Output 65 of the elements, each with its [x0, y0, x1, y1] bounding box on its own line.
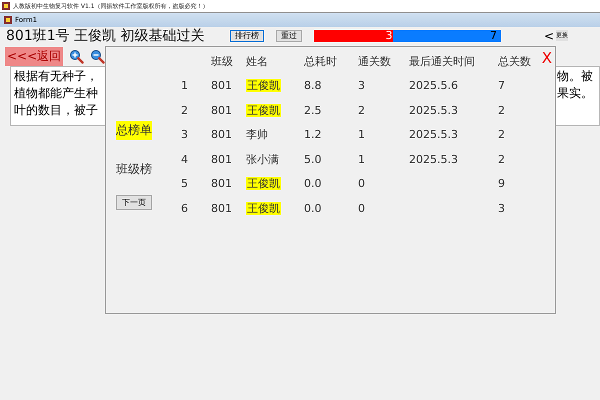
- table-cell: 1: [358, 128, 365, 142]
- column-header: 姓名: [246, 54, 268, 68]
- table-cell: 6: [181, 202, 188, 215]
- passage-text: 叶的数目，被子: [14, 102, 98, 119]
- table-cell: 9: [498, 177, 505, 190]
- table-cell: 2: [498, 152, 505, 166]
- table-cell: 801: [211, 152, 232, 166]
- progress-left-label: 3: [386, 29, 393, 42]
- table-cell: 801: [211, 79, 232, 92]
- table-cell: 5: [181, 177, 188, 190]
- table-cell: 2025.5.3: [409, 128, 458, 142]
- name-cell: 王俊凯: [246, 104, 281, 117]
- table-cell: 0.0: [304, 177, 322, 190]
- table-cell: 3: [181, 128, 188, 142]
- progress-right-label: 7: [489, 30, 498, 42]
- passage-text: 根据有无种子，: [14, 68, 98, 85]
- name-cell: 李帅: [246, 128, 268, 142]
- name-cell: 王俊凯: [246, 79, 281, 92]
- table-cell: 1: [181, 79, 188, 92]
- column-header: 班级: [211, 54, 233, 68]
- table-cell: 1.2: [304, 128, 322, 142]
- table-cell: 2: [498, 104, 505, 117]
- next-page-button[interactable]: 下一页: [116, 195, 152, 210]
- table-cell: 3: [498, 202, 505, 215]
- table-cell: 2025.5.3: [409, 152, 458, 166]
- table-cell: 4: [181, 152, 188, 166]
- table-cell: 0: [358, 177, 365, 190]
- table-cell: 5.0: [304, 152, 322, 166]
- close-button[interactable]: X: [542, 49, 552, 67]
- name-cell: 王俊凯: [246, 177, 281, 190]
- leaderboard-tab[interactable]: 班级榜: [116, 160, 152, 179]
- column-header: 总耗时: [304, 54, 337, 68]
- table-cell: 7: [498, 79, 505, 92]
- passage-text: 物。被: [557, 68, 593, 85]
- table-cell: 2: [498, 128, 505, 142]
- leaderboard-button[interactable]: 排行榜: [230, 30, 264, 42]
- table-cell: 8.8: [304, 79, 322, 92]
- window-icon: [4, 16, 12, 24]
- table-cell: 2: [181, 104, 188, 117]
- name-cell: 张小满: [246, 152, 279, 166]
- zoom-out-icon[interactable]: [90, 49, 106, 64]
- zoom-in-icon[interactable]: [69, 49, 84, 64]
- table-cell: 1: [358, 152, 365, 166]
- table-cell: 0: [358, 202, 365, 215]
- table-cell: 2025.5.3: [409, 104, 458, 117]
- table-cell: 801: [211, 177, 232, 190]
- column-header: 最后通关时间: [409, 54, 475, 68]
- passage-text: 果实。: [557, 85, 593, 102]
- lesson-title: 801班1号 王俊凯 初级基础过关: [6, 26, 206, 44]
- table-cell: 0.0: [304, 202, 322, 215]
- passage-text: 植物都能产生种: [14, 85, 98, 102]
- leaderboard-tab[interactable]: 总榜单: [116, 121, 152, 140]
- table-cell: 801: [211, 128, 232, 142]
- table-cell: 2025.5.6: [409, 79, 458, 92]
- table-cell: 801: [211, 104, 232, 117]
- table-cell: 2.5: [304, 104, 322, 117]
- app-icon: [2, 2, 10, 10]
- table-cell: 2: [358, 104, 365, 117]
- table-cell: 801: [211, 202, 232, 215]
- collapse-arrow[interactable]: <: [544, 28, 554, 42]
- column-header: 总关数: [498, 54, 531, 68]
- column-header: 通关数: [358, 54, 391, 68]
- retry-button[interactable]: 重过: [276, 30, 302, 42]
- table-cell: 3: [358, 79, 365, 92]
- name-cell: 王俊凯: [246, 202, 281, 215]
